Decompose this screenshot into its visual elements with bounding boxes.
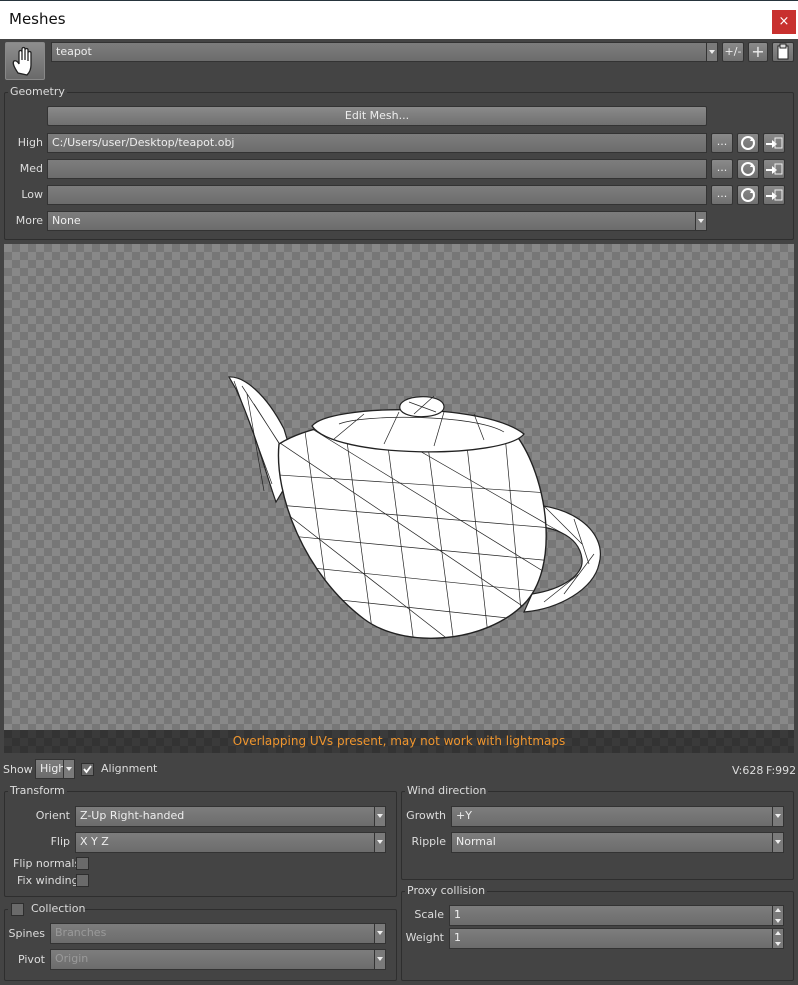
chevron-down-icon: [695, 212, 706, 230]
med-browse-button[interactable]: ...: [711, 159, 733, 179]
low-label: Low: [21, 188, 43, 201]
show-lod-value: High: [40, 762, 66, 775]
checkmark-icon: [83, 765, 92, 774]
face-count: F:992: [766, 764, 797, 777]
geometry-group-label: Geometry: [8, 85, 67, 98]
mesh-select[interactable]: teapot: [51, 42, 718, 62]
ripple-value: Normal: [456, 835, 496, 848]
chevron-down-icon: [374, 924, 385, 943]
ripple-select[interactable]: Normal: [451, 832, 784, 853]
title-bar: Meshes ×: [0, 0, 798, 39]
mesh-select-value: teapot: [56, 45, 92, 58]
pan-hand-button[interactable]: [5, 42, 45, 80]
import-icon: [766, 137, 783, 149]
flip-value: X Y Z: [80, 835, 109, 848]
flip-select[interactable]: X Y Z: [75, 832, 386, 853]
med-import-button[interactable]: [763, 159, 785, 179]
alignment-checkbox[interactable]: [81, 763, 94, 776]
edit-mesh-button[interactable]: Edit Mesh...: [47, 106, 707, 126]
growth-label: Growth: [406, 809, 446, 822]
add-mesh-button[interactable]: +: [748, 42, 768, 62]
chevron-down-icon: [374, 833, 385, 852]
orient-select[interactable]: Z-Up Right-handed: [75, 806, 386, 827]
spines-label: Spines: [8, 927, 46, 940]
scale-spinbox[interactable]: 1: [449, 905, 784, 926]
ripple-label: Ripple: [411, 835, 447, 848]
low-browse-button[interactable]: ...: [711, 185, 733, 205]
pivot-value: Origin: [55, 952, 89, 965]
collection-label: Collection: [31, 902, 86, 915]
spin-arrows-icon[interactable]: [772, 929, 783, 948]
more-select-value: None: [52, 214, 81, 227]
fix-winding-checkbox[interactable]: [76, 874, 89, 887]
clipboard-icon: [777, 43, 789, 60]
window-title: Meshes: [9, 10, 66, 28]
flip-label: Flip: [50, 835, 70, 848]
reload-icon: [741, 188, 755, 202]
spines-select[interactable]: Branches: [50, 923, 386, 944]
teapot-wireframe: [227, 376, 601, 639]
flip-normals-label: Flip normals: [13, 857, 81, 870]
chevron-down-icon: [706, 43, 717, 61]
collection-group: [4, 909, 397, 981]
orient-value: Z-Up Right-handed: [80, 809, 185, 822]
flip-normals-checkbox[interactable]: [76, 857, 89, 870]
close-button[interactable]: ×: [772, 10, 796, 34]
show-label: Show: [3, 763, 33, 776]
hand-icon: [12, 46, 32, 76]
high-import-button[interactable]: [763, 133, 785, 153]
vertex-count: V:628: [732, 764, 764, 777]
alignment-label: Alignment: [101, 762, 158, 775]
growth-select[interactable]: +Y: [451, 806, 784, 827]
med-path-field[interactable]: [47, 159, 707, 179]
spines-value: Branches: [55, 926, 107, 939]
spin-arrows-icon[interactable]: [772, 906, 783, 925]
weight-value: 1: [454, 931, 461, 944]
chevron-down-icon: [374, 807, 385, 826]
pivot-select[interactable]: Origin: [50, 949, 386, 970]
fix-winding-label: Fix winding: [17, 874, 79, 887]
weight-label: Weight: [405, 931, 444, 944]
plus-minus-button[interactable]: +/-: [722, 42, 744, 62]
low-reload-button[interactable]: [737, 185, 759, 205]
pivot-label: Pivot: [17, 953, 45, 966]
show-lod-select[interactable]: High: [35, 759, 75, 779]
more-label: More: [15, 214, 43, 227]
transform-group-label: Transform: [8, 784, 67, 797]
high-path-field[interactable]: C:/Users/user/Desktop/teapot.obj: [47, 133, 707, 153]
high-browse-button[interactable]: ...: [711, 133, 733, 153]
mesh-viewport[interactable]: [4, 244, 794, 730]
scale-label: Scale: [414, 908, 444, 921]
collection-checkbox[interactable]: [11, 903, 24, 916]
paste-button[interactable]: [772, 42, 794, 62]
low-import-button[interactable]: [763, 185, 785, 205]
growth-value: +Y: [456, 809, 472, 822]
reload-icon: [741, 162, 755, 176]
more-select[interactable]: None: [47, 211, 707, 231]
high-reload-button[interactable]: [737, 133, 759, 153]
orient-label: Orient: [35, 809, 70, 822]
uv-warning-bar: Overlapping UVs present, may not work wi…: [4, 730, 794, 753]
chevron-down-icon: [772, 807, 783, 826]
chevron-down-icon: [374, 950, 385, 969]
proxy-collision-group-label: Proxy collision: [405, 884, 488, 897]
med-label: Med: [19, 162, 43, 175]
import-icon: [766, 189, 783, 201]
low-path-field[interactable]: [47, 185, 707, 205]
chevron-down-icon: [63, 760, 74, 778]
reload-icon: [741, 136, 755, 150]
scale-value: 1: [454, 908, 461, 921]
import-icon: [766, 163, 783, 175]
wind-direction-group-label: Wind direction: [405, 784, 489, 797]
weight-spinbox[interactable]: 1: [449, 928, 784, 949]
high-label: High: [17, 136, 43, 149]
chevron-down-icon: [772, 833, 783, 852]
med-reload-button[interactable]: [737, 159, 759, 179]
